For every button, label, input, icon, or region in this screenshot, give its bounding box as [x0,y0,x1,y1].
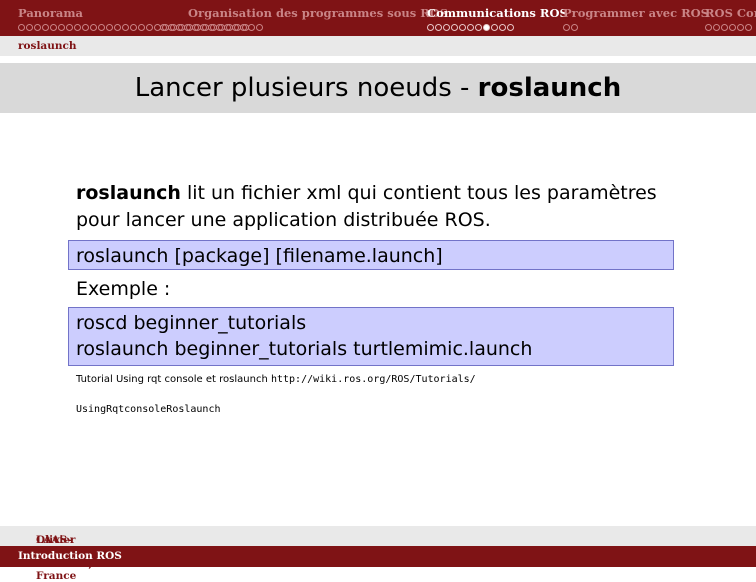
nav-dot[interactable] [240,23,247,31]
nav-section-communications[interactable]: Communications ROS [427,6,568,31]
nav-dot[interactable] [18,23,25,31]
example-line: roslaunch beginner_tutorials turtlemimic… [76,338,533,360]
nav-dots[interactable] [705,23,756,31]
frame-title: Lancer plusieurs noeuds - roslaunch [0,63,756,113]
nav-dot[interactable] [721,23,728,31]
nav-dot[interactable] [475,23,482,31]
nav-dot[interactable] [138,23,145,31]
example-box: roscd beginner_tutorials roslaunch begin… [68,307,674,366]
nav-dot[interactable] [200,23,207,31]
nav-dot[interactable] [66,23,73,31]
nav-dot[interactable] [248,23,255,31]
nav-label[interactable]: ROS Con [705,6,756,20]
nav-dot[interactable] [130,23,137,31]
reference: Tutorial Using rqt console et roslaunch … [76,372,674,417]
nav-dot[interactable] [184,23,191,31]
nav-dot[interactable] [745,23,752,31]
footer-author-bar: Olivier Stasse LAAS-CNRS, Toulouse, Fran… [0,526,756,582]
intro-bold: roslaunch [76,182,181,204]
nav-dots[interactable] [160,23,263,31]
navigation-bar: Panorama Organisation des programmes sou… [0,0,756,36]
nav-dot[interactable] [34,23,41,31]
reference-link-continued[interactable]: UsingRqtconsoleRoslaunch [76,404,221,415]
nav-dot[interactable] [216,23,223,31]
nav-dot[interactable] [160,23,167,31]
nav-dot[interactable] [106,23,113,31]
example-line: roscd beginner_tutorials [76,312,307,334]
footer-author: Olivier Stasse LAAS-CNRS, Toulouse, Fran… [18,530,92,582]
nav-dot[interactable] [737,23,744,31]
command-box: roslaunch [package] [filename.launch] [68,240,674,270]
nav-dot[interactable] [26,23,33,31]
frame-title-bar: Lancer plusieurs noeuds - roslaunch [0,63,756,113]
nav-dot[interactable] [98,23,105,31]
footer-title-bar: Introduction ROS [0,546,756,567]
nav-dot[interactable] [90,23,97,31]
nav-dot[interactable] [256,23,263,31]
command-text: roslaunch [package] [filename.launch] [76,245,443,267]
nav-label[interactable]: Programmer avec ROS [563,6,709,20]
nav-dots-organisation-group[interactable] [160,20,263,31]
example-label: Exemple : [76,278,171,300]
nav-dot[interactable] [563,23,570,31]
nav-dot[interactable] [571,23,578,31]
nav-dot[interactable] [507,23,514,31]
nav-dot[interactable] [467,23,474,31]
nav-dot[interactable] [50,23,57,31]
subsection-title: roslaunch [18,40,77,52]
nav-dot[interactable] [146,23,153,31]
nav-dot[interactable] [208,23,215,31]
nav-dot[interactable] [499,23,506,31]
nav-dot[interactable] [459,23,466,31]
nav-dot[interactable] [443,23,450,31]
nav-dot[interactable] [713,23,720,31]
slide-content: roslaunch lit un fichier xml qui contien… [68,180,674,417]
nav-dot[interactable] [42,23,49,31]
nav-dots[interactable] [563,23,709,31]
title-text: Lancer plusieurs noeuds - [134,73,478,103]
nav-dot[interactable] [232,23,239,31]
title-bold: roslaunch [477,73,622,103]
intro-paragraph: roslaunch lit un fichier xml qui contien… [76,180,674,234]
footer-short-title: Introduction ROS [18,550,122,562]
nav-dot[interactable] [427,23,434,31]
subsection-bar: roslaunch [0,36,756,56]
nav-dot[interactable] [114,23,121,31]
nav-dot[interactable] [74,23,81,31]
reference-link[interactable]: http://wiki.ros.org/ROS/Tutorials/ [271,374,476,385]
nav-dot[interactable] [491,23,498,31]
nav-dot[interactable] [729,23,736,31]
nav-dot[interactable] [122,23,129,31]
nav-dot[interactable] [58,23,65,31]
nav-dots[interactable] [427,23,568,31]
nav-dot[interactable] [168,23,175,31]
nav-section-roscon[interactable]: ROS Con [705,6,756,31]
nav-section-programmer[interactable]: Programmer avec ROS [563,6,709,31]
nav-dot[interactable] [176,23,183,31]
nav-dot[interactable] [192,23,199,31]
nav-dot[interactable] [82,23,89,31]
reference-text: Tutorial Using rqt console et roslaunch [76,374,271,385]
nav-dot[interactable] [451,23,458,31]
nav-dot[interactable] [705,23,712,31]
nav-label[interactable]: Organisation des programmes sous ROS [188,6,448,20]
nav-dot[interactable] [224,23,231,31]
nav-dot-current[interactable] [483,23,490,31]
nav-dot[interactable] [435,23,442,31]
nav-label[interactable]: Communications ROS [427,6,568,20]
